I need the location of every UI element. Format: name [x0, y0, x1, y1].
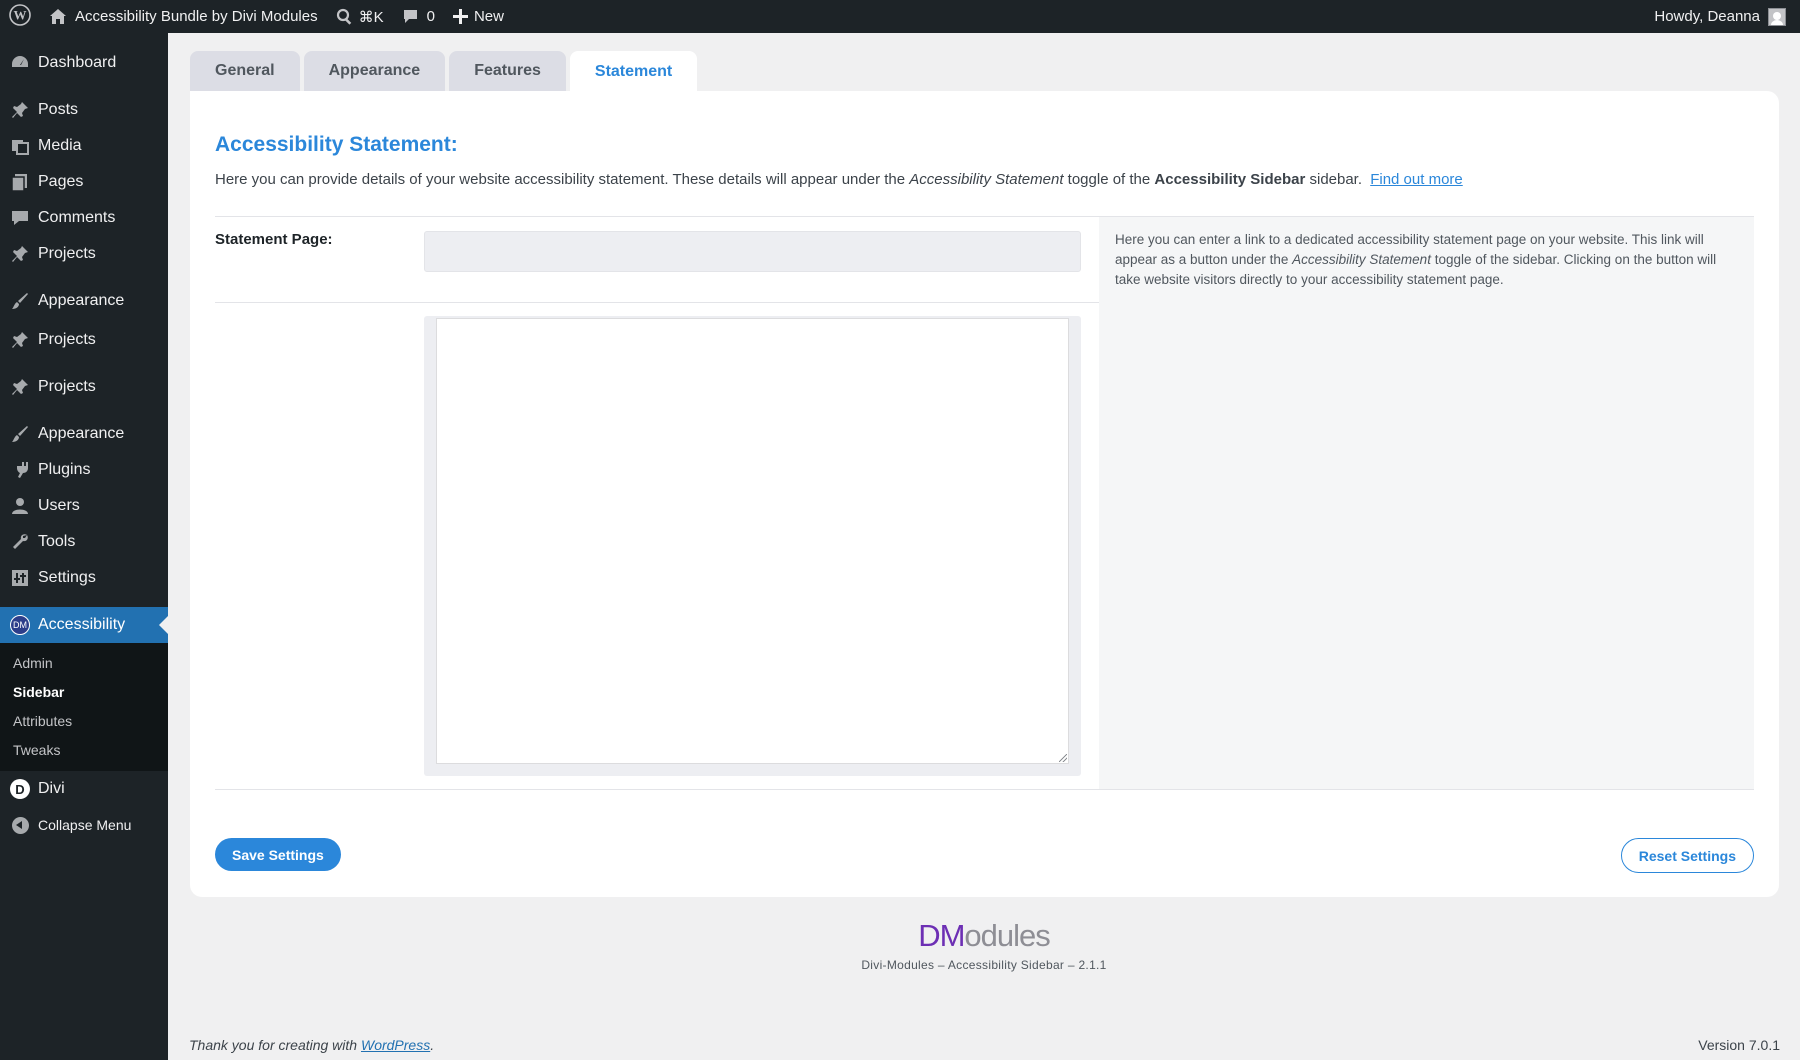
pushpin-icon	[10, 330, 30, 350]
settings-tabs: General Appearance Features Statement	[190, 51, 701, 92]
admin-sidebar: Dashboard Posts Media Pages Comments Pro…	[0, 33, 168, 1060]
submenu-item-tweaks[interactable]: Tweaks	[0, 736, 168, 765]
reset-settings-button[interactable]: Reset Settings	[1620, 838, 1754, 873]
comments-button[interactable]: 0	[393, 0, 444, 33]
sidebar-item-appearance-2[interactable]: Appearance	[0, 416, 168, 452]
statement-editor-row	[215, 303, 1754, 790]
collapse-icon	[11, 816, 29, 834]
search-icon	[336, 8, 353, 25]
sidebar-item-appearance[interactable]: Appearance	[0, 283, 168, 319]
admin-bar: W Accessibility Bundle by Divi Modules ⌘…	[0, 0, 1800, 33]
statement-page-input[interactable]	[424, 231, 1081, 272]
paintbrush-icon	[10, 291, 30, 311]
my-account[interactable]: Howdy, Deanna	[1654, 7, 1800, 26]
pushpin-icon	[10, 100, 30, 120]
media-icon	[10, 136, 30, 156]
statement-textarea[interactable]	[436, 318, 1069, 764]
pushpin-icon	[10, 244, 30, 264]
tab-features[interactable]: Features	[449, 51, 566, 91]
section-description: Here you can provide details of your web…	[215, 171, 1463, 188]
section-title: Accessibility Statement:	[215, 133, 458, 156]
submenu-item-attributes[interactable]: Attributes	[0, 707, 168, 736]
user-icon	[10, 496, 30, 516]
wordpress-logo-button[interactable]: W	[0, 0, 40, 33]
sidebar-item-media[interactable]: Media	[0, 128, 168, 164]
howdy-text: Howdy, Deanna	[1654, 8, 1760, 25]
new-label: New	[473, 8, 504, 25]
divi-modules-icon: DM	[10, 615, 30, 635]
sidebar-item-tools[interactable]: Tools	[0, 524, 168, 560]
dashboard-icon	[10, 53, 30, 73]
wordpress-link[interactable]: WordPress	[361, 1037, 430, 1053]
statement-page-help: Here you can enter a link to a dedicated…	[1099, 217, 1754, 303]
divi-modules-logo: DModules	[918, 918, 1051, 953]
sidebar-item-divi[interactable]: D Divi	[0, 771, 168, 807]
editor-container	[424, 316, 1081, 776]
pages-icon	[10, 172, 30, 192]
editor-help-area	[1099, 303, 1754, 789]
plus-icon	[452, 9, 468, 24]
comment-bubble-icon	[402, 8, 419, 25]
svg-text:W: W	[14, 7, 27, 22]
statement-panel: Accessibility Statement: Here you can pr…	[190, 91, 1779, 897]
brand-footer: DModules Divi-Modules – Accessibility Si…	[168, 918, 1800, 972]
site-name: Accessibility Bundle by Divi Modules	[75, 8, 318, 25]
find-out-more-link[interactable]: Find out more	[1370, 171, 1463, 188]
main-content: General Appearance Features Statement Ac…	[168, 33, 1800, 1060]
submenu-item-sidebar[interactable]: Sidebar	[0, 678, 168, 707]
collapse-menu-button[interactable]: Collapse Menu	[0, 807, 168, 843]
comments-count: 0	[426, 8, 435, 25]
sidebar-item-posts[interactable]: Posts	[0, 92, 168, 128]
search-button[interactable]: ⌘K	[327, 0, 393, 33]
sidebar-item-users[interactable]: Users	[0, 488, 168, 524]
tab-general[interactable]: General	[190, 51, 300, 91]
plugin-version-text: Divi-Modules – Accessibility Sidebar – 2…	[861, 958, 1107, 972]
sidebar-item-accessibility[interactable]: DM Accessibility	[0, 607, 168, 643]
sidebar-item-dashboard[interactable]: Dashboard	[0, 45, 168, 81]
footer-version: Version 7.0.1	[1698, 1037, 1780, 1053]
sidebar-item-settings[interactable]: Settings	[0, 560, 168, 596]
plugin-icon	[10, 460, 30, 480]
statement-page-label: Statement Page:	[215, 231, 333, 248]
tab-statement[interactable]: Statement	[569, 51, 698, 92]
wordpress-logo-icon: W	[9, 3, 31, 30]
search-shortcut: ⌘K	[358, 8, 384, 26]
accessibility-submenu: Admin Sidebar Attributes Tweaks	[0, 643, 168, 771]
comments-icon	[10, 208, 30, 228]
settings-sliders-icon	[10, 568, 30, 588]
site-name-link[interactable]: Accessibility Bundle by Divi Modules	[40, 0, 327, 33]
paintbrush-icon	[10, 424, 30, 444]
tab-appearance[interactable]: Appearance	[303, 51, 446, 91]
avatar	[1768, 7, 1786, 26]
new-content-button[interactable]: New	[444, 0, 513, 33]
wrench-icon	[10, 532, 30, 552]
sidebar-item-plugins[interactable]: Plugins	[0, 452, 168, 488]
save-settings-button[interactable]: Save Settings	[215, 838, 341, 871]
sidebar-item-comments[interactable]: Comments	[0, 200, 168, 236]
statement-page-row: Statement Page: Here you can enter a lin…	[215, 216, 1754, 303]
sidebar-item-pages[interactable]: Pages	[0, 164, 168, 200]
sidebar-item-projects[interactable]: Projects	[0, 236, 168, 272]
home-icon	[49, 8, 67, 26]
submenu-item-admin[interactable]: Admin	[0, 649, 168, 678]
pushpin-icon	[10, 377, 30, 397]
sidebar-item-projects-3[interactable]: Projects	[0, 369, 168, 405]
footer-thanks: Thank you for creating with WordPress.	[189, 1037, 435, 1053]
sidebar-item-projects-2[interactable]: Projects	[0, 322, 168, 358]
divi-icon: D	[10, 779, 30, 799]
